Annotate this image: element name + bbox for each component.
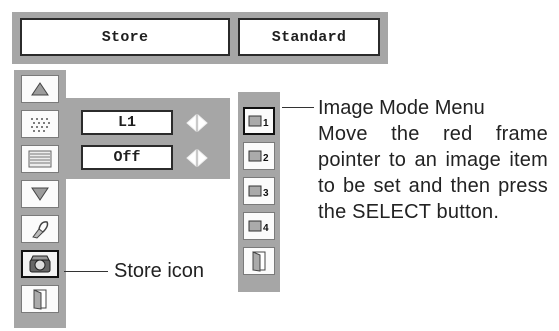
adjust-panel: L1 Off bbox=[66, 98, 230, 179]
store-icon-callout-line bbox=[64, 271, 108, 272]
exit-door-icon[interactable] bbox=[21, 285, 59, 313]
image-4-icon[interactable]: 4 bbox=[243, 212, 275, 240]
svg-text:4: 4 bbox=[263, 223, 269, 233]
store-icon[interactable] bbox=[21, 250, 59, 278]
progressive-value: L1 bbox=[81, 110, 173, 135]
reset-brush-icon[interactable] bbox=[21, 215, 59, 243]
svg-text:2: 2 bbox=[263, 153, 269, 163]
store-button[interactable]: Store bbox=[20, 18, 230, 56]
image-mode-menu-label: Image Mode Menu bbox=[318, 97, 485, 119]
progressive-stripes-icon[interactable] bbox=[21, 145, 59, 173]
image-2-icon[interactable]: 2 bbox=[243, 142, 275, 170]
image-mode-menu: 1 2 3 4 bbox=[238, 92, 280, 292]
down-arrow-icon[interactable] bbox=[21, 180, 59, 208]
noise-reduction-icon[interactable] bbox=[21, 110, 59, 138]
svg-text:1: 1 bbox=[263, 118, 269, 128]
top-menu-bar: Store Standard bbox=[12, 12, 388, 64]
exit-door-icon[interactable] bbox=[243, 247, 275, 275]
progressive-adjust-arrows[interactable] bbox=[184, 113, 210, 133]
image-1-icon[interactable]: 1 bbox=[243, 107, 275, 135]
up-arrow-icon[interactable] bbox=[21, 75, 59, 103]
image-adjust-menu bbox=[14, 70, 66, 328]
noise-reduction-value: Off bbox=[81, 145, 173, 170]
store-icon-label: Store icon bbox=[114, 260, 205, 282]
standard-button[interactable]: Standard bbox=[238, 18, 380, 56]
image-3-icon[interactable]: 3 bbox=[243, 177, 275, 205]
noise-reduction-adjust-arrows[interactable] bbox=[184, 148, 210, 168]
image-mode-description: Move the red frame pointer to an image i… bbox=[318, 123, 548, 223]
image-mode-callout-line bbox=[282, 107, 314, 108]
svg-text:3: 3 bbox=[263, 188, 269, 198]
